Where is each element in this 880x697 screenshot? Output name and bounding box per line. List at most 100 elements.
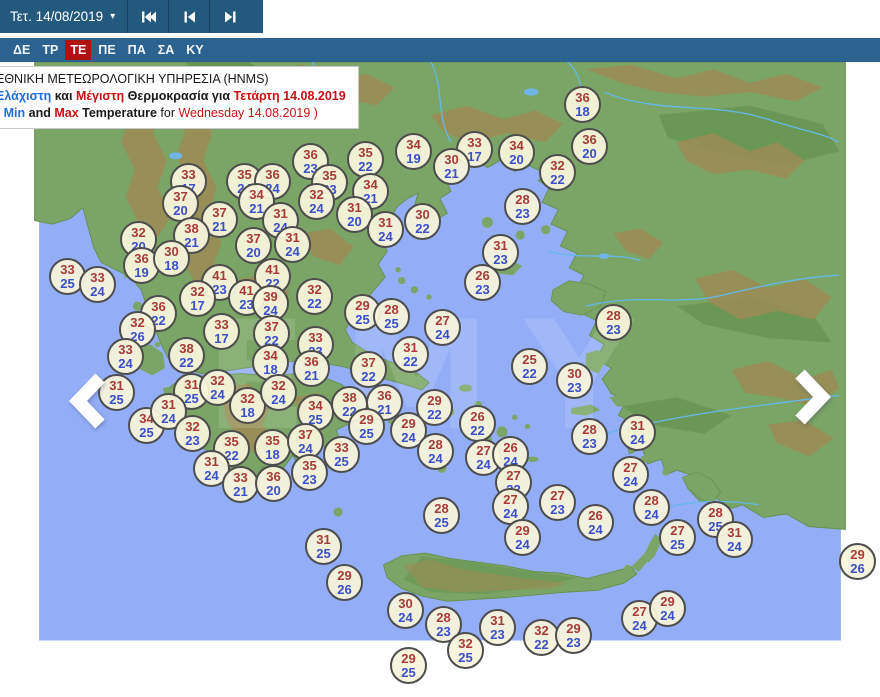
max-temp-value: 32 <box>550 159 564 173</box>
temp-marker: 3324 <box>107 338 144 375</box>
temp-marker: 2823 <box>595 304 632 341</box>
max-temp-value: 35 <box>237 168 251 182</box>
max-temp-value: 26 <box>470 410 484 424</box>
temp-marker: 3125 <box>305 528 342 565</box>
max-temp-value: 30 <box>444 153 458 167</box>
max-temp-value: 32 <box>309 188 323 202</box>
max-temp-value: 37 <box>264 320 278 334</box>
max-temp-value: 35 <box>358 146 372 160</box>
min-temp-value: 24 <box>727 540 741 554</box>
max-temp-value: 36 <box>303 148 317 162</box>
temp-marker: 2723 <box>539 484 576 521</box>
min-temp-value: 23 <box>436 625 450 639</box>
temp-marker: 3217 <box>179 280 216 317</box>
max-temp-value: 32 <box>240 392 254 406</box>
max-temp-value: 27 <box>503 493 517 507</box>
max-temp-value: 28 <box>582 423 596 437</box>
max-temp-value: 34 <box>406 138 420 152</box>
temp-marker: 3023 <box>556 362 593 399</box>
max-temp-value: 31 <box>347 201 361 215</box>
min-temp-value: 23 <box>490 628 504 642</box>
max-temp-value: 31 <box>204 455 218 469</box>
max-temp-value: 27 <box>476 444 490 458</box>
max-temp-value: 31 <box>493 239 507 253</box>
chevron-down-icon: ▾ <box>110 12 115 22</box>
min-temp-value: 24 <box>632 619 646 633</box>
legend-box: ΕΘΝΙΚΗ ΜΕΤΕΩΡΟΛΟΓΙΚΗ ΥΠΗΡΕΣΙΑ (HNMS) Ελά… <box>0 66 359 129</box>
temp-marker: 3722 <box>350 351 387 388</box>
max-temp-value: 29 <box>355 299 369 313</box>
temp-marker: 3618 <box>564 86 601 123</box>
min-temp-value: 23 <box>550 503 564 517</box>
max-temp-value: 29 <box>515 524 529 538</box>
temp-marker: 3224 <box>298 183 335 220</box>
min-temp-value: 24 <box>309 202 323 216</box>
min-temp-value: 21 <box>233 485 247 499</box>
min-temp-value: 25 <box>384 317 398 331</box>
min-temp-value: 22 <box>550 173 564 187</box>
min-temp-value: 23 <box>606 323 620 337</box>
min-temp-value: 22 <box>470 424 484 438</box>
min-temp-value: 18 <box>164 259 178 273</box>
weekday-tab-ΤΡ[interactable]: ΤΡ <box>37 40 63 61</box>
min-temp-value: 24 <box>118 357 132 371</box>
min-temp-value: 19 <box>406 152 420 166</box>
map-prev-arrow[interactable] <box>66 370 112 430</box>
date-dropdown[interactable]: Τετ. 14/08/2019 ▾ <box>0 0 127 33</box>
prev-day-button[interactable] <box>168 0 209 33</box>
max-temp-value: 28 <box>606 309 620 323</box>
temp-marker: 3317 <box>203 313 240 350</box>
max-temp-value: 28 <box>384 303 398 317</box>
max-temp-value: 26 <box>475 269 489 283</box>
next-day-button[interactable] <box>209 0 250 33</box>
legend-segment: and <box>25 106 54 120</box>
temp-marker: 3523 <box>291 454 328 491</box>
map-next-arrow[interactable] <box>790 366 836 426</box>
weekday-tab-ΠΕ[interactable]: ΠΕ <box>93 40 120 61</box>
weekday-tab-ΠΑ[interactable]: ΠΑ <box>123 40 151 61</box>
min-temp-value: 25 <box>355 313 369 327</box>
weekday-tab-ΣΑ[interactable]: ΣΑ <box>153 40 180 61</box>
min-temp-value: 25 <box>316 547 330 561</box>
max-temp-value: 27 <box>632 605 646 619</box>
temp-marker: 2522 <box>511 348 548 385</box>
temp-marker: 3018 <box>153 240 190 277</box>
max-temp-value: 36 <box>575 91 589 105</box>
first-day-button[interactable] <box>127 0 168 33</box>
min-temp-value: 24 <box>515 538 529 552</box>
max-temp-value: 31 <box>285 231 299 245</box>
temp-marker: 2622 <box>459 405 496 442</box>
max-temp-value: 28 <box>515 193 529 207</box>
max-temp-value: 32 <box>534 624 548 638</box>
max-temp-value: 29 <box>359 413 373 427</box>
min-temp-value: 20 <box>509 153 523 167</box>
min-temp-value: 24 <box>398 611 412 625</box>
min-temp-value: 25 <box>359 427 373 441</box>
max-temp-value: 28 <box>436 611 450 625</box>
weekday-tab-ΚΥ[interactable]: ΚΥ <box>181 40 208 61</box>
max-temp-value: 37 <box>173 190 187 204</box>
max-temp-value: 39 <box>263 290 277 304</box>
temp-marker: 3123 <box>479 609 516 646</box>
weekday-tab-ΤΕ[interactable]: ΤΕ <box>65 40 91 61</box>
min-temp-value: 24 <box>588 523 602 537</box>
legend-segment: for <box>157 106 179 120</box>
weekday-tab-ΔΕ[interactable]: ΔΕ <box>8 40 35 61</box>
legend-segment: Wednesday 14.08.2019 ) <box>178 106 317 120</box>
min-temp-value: 24 <box>161 412 175 426</box>
min-temp-value: 25 <box>184 392 198 406</box>
min-temp-value: 26 <box>850 562 864 576</box>
max-temp-value: 35 <box>265 434 279 448</box>
temp-marker: 2725 <box>659 519 696 556</box>
min-temp-value: 24 <box>630 433 644 447</box>
min-temp-value: 22 <box>307 297 321 311</box>
max-temp-value: 29 <box>401 652 415 666</box>
max-temp-value: 33 <box>181 168 195 182</box>
temp-marker: 2624 <box>577 504 614 541</box>
temp-marker: 3325 <box>323 436 360 473</box>
max-temp-value: 34 <box>363 178 377 192</box>
temp-marker: 2924 <box>649 590 686 627</box>
min-temp-value: 24 <box>378 230 392 244</box>
temp-marker: 3122 <box>392 336 429 373</box>
temp-marker: 3225 <box>447 632 484 669</box>
